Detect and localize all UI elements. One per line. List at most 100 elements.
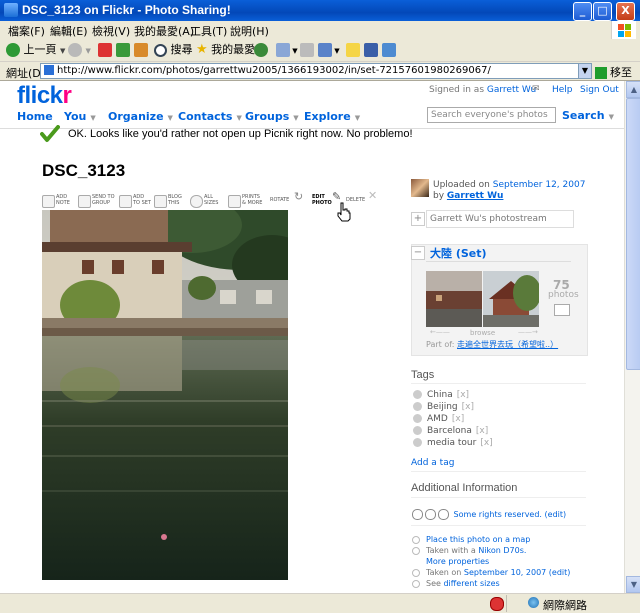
different-sizes-link[interactable]: different sizes xyxy=(443,579,499,588)
print-button[interactable] xyxy=(300,42,314,58)
messenger-button[interactable] xyxy=(382,42,396,58)
address-url: http://www.flickr.com/photos/garrettwu20… xyxy=(57,65,491,76)
address-dropdown-icon[interactable]: ▼ xyxy=(578,64,591,78)
part-of: Part of: 走遍全世界去玩（希望啦..） xyxy=(426,340,559,349)
collection-link[interactable]: 走遍全世界去玩（希望啦..） xyxy=(457,340,558,349)
next-arrow-icon[interactable]: ——→ xyxy=(518,328,538,336)
vertical-scrollbar[interactable]: ▲ ▼ xyxy=(624,81,640,593)
search-toolbar-button[interactable]: 搜尋 xyxy=(154,42,193,58)
popup-blocked-icon[interactable] xyxy=(490,597,504,611)
tag-link[interactable]: media tour xyxy=(427,438,476,448)
place-on-map-link[interactable]: Place this photo on a map xyxy=(426,535,530,544)
nav-organize[interactable]: Organize ▼ xyxy=(108,110,173,123)
slideshow-icon[interactable] xyxy=(554,304,570,316)
tag-remove[interactable]: [x] xyxy=(462,402,474,412)
scroll-thumb[interactable] xyxy=(626,98,640,370)
back-button[interactable]: 上一頁 ▼ xyxy=(6,42,65,58)
stop-icon xyxy=(98,43,112,57)
taken-on-link[interactable]: September 10, 2007 xyxy=(464,568,546,577)
main-photo[interactable] xyxy=(42,210,288,580)
scroll-down-icon[interactable]: ▼ xyxy=(626,576,640,593)
tag-link[interactable]: AMD xyxy=(427,414,448,424)
favorites-button[interactable]: ★ 我的最愛 xyxy=(196,42,255,58)
history-button[interactable] xyxy=(254,42,268,58)
address-input[interactable]: http://www.flickr.com/photos/garrettwu20… xyxy=(40,63,592,79)
cc-sa-icon xyxy=(438,509,449,520)
camera-link[interactable]: Nikon D70s. xyxy=(478,546,526,555)
home-button[interactable] xyxy=(134,42,148,58)
owner-link[interactable]: Garrett Wu xyxy=(447,191,504,201)
tag-remove[interactable]: [x] xyxy=(457,390,469,400)
refresh-button[interactable] xyxy=(116,42,130,58)
prev-arrow-icon[interactable]: ←—— xyxy=(430,328,450,336)
back-arrow-icon xyxy=(6,43,20,57)
menu-tools[interactable]: 工具(T) xyxy=(190,23,227,39)
back-label: 上一頁 xyxy=(23,43,57,56)
nav-explore-label: Explore xyxy=(304,110,351,123)
add-tag-link[interactable]: Add a tag xyxy=(411,458,454,468)
menu-file[interactable]: 檔案(F) xyxy=(8,23,45,39)
tag-remove[interactable]: [x] xyxy=(480,438,492,448)
additional-info-heading: Additional Information xyxy=(411,482,518,494)
info-divider xyxy=(411,497,586,498)
scroll-up-icon[interactable]: ▲ xyxy=(626,81,640,98)
set-thumbnail-prev[interactable] xyxy=(426,271,482,327)
tag-remove[interactable]: [x] xyxy=(452,414,464,424)
set-collapse-icon[interactable]: − xyxy=(411,246,425,260)
photostream-link[interactable]: Garrett Wu's photostream xyxy=(426,210,574,228)
zone-label: 網際網路 xyxy=(543,599,587,612)
minimize-button[interactable]: _ xyxy=(573,2,592,21)
nav-you[interactable]: You ▼ xyxy=(64,110,96,123)
forward-button[interactable]: ▼ xyxy=(68,42,91,58)
photostream-expand-icon[interactable]: + xyxy=(411,212,425,226)
tag-item: Barcelona [x] xyxy=(413,426,488,436)
info-taken-on: Taken on September 10, 2007 (edit) xyxy=(412,568,570,577)
tag-link[interactable]: Barcelona xyxy=(427,426,472,436)
set-title-link[interactable]: 大陸 (Set) xyxy=(430,245,487,261)
sign-out-link[interactable]: Sign Out xyxy=(580,85,619,95)
flickr-logo[interactable]: flickr xyxy=(17,82,72,110)
search-button[interactable]: Search ▼ xyxy=(562,109,614,122)
menu-help[interactable]: 說明(H) xyxy=(230,23,269,39)
nav-home[interactable]: Home xyxy=(17,110,53,123)
search-input[interactable]: Search everyone's photos xyxy=(427,107,556,123)
go-label: 移至 xyxy=(610,66,632,79)
menu-view[interactable]: 檢視(V) xyxy=(92,23,130,39)
chevron-down-icon: ▼ xyxy=(90,114,96,122)
tag-link[interactable]: Beijing xyxy=(427,402,458,412)
research-button[interactable] xyxy=(364,42,378,58)
signed-in-user-link[interactable]: Garrett Wu xyxy=(487,85,536,95)
mail-icon xyxy=(276,43,290,57)
discuss-button[interactable] xyxy=(346,42,360,58)
info-divider-top xyxy=(411,471,586,472)
license-edit-link[interactable]: (edit) xyxy=(545,510,567,519)
edit-page-button[interactable]: ▼ xyxy=(318,42,340,58)
address-bar: 網址(D) http://www.flickr.com/photos/garre… xyxy=(0,62,640,81)
chevron-down-icon: ▼ xyxy=(354,114,361,122)
window-title: DSC_3123 on Flickr - Photo Sharing! xyxy=(22,3,231,17)
photo-toolbar: ADD NOTE SEND TO GROUP ADD TO SET BLOG THIS … xyxy=(42,190,382,211)
rights-link[interactable]: Some rights reserved. xyxy=(454,510,542,519)
nav-groups[interactable]: Groups ▼ xyxy=(245,110,299,123)
go-button[interactable]: 移至 xyxy=(595,64,632,80)
tag-link[interactable]: China xyxy=(427,390,453,400)
nav-contacts[interactable]: Contacts ▼ xyxy=(178,110,242,123)
refresh-icon xyxy=(116,43,130,57)
tag-remove[interactable]: [x] xyxy=(476,426,488,436)
menu-favorites[interactable]: 我的最愛(A) xyxy=(134,23,194,39)
forward-arrow-icon xyxy=(68,43,82,57)
stop-button[interactable] xyxy=(98,42,112,58)
uploaded-date-link[interactable]: September 12, 2007 xyxy=(493,180,586,190)
maximize-button[interactable]: □ xyxy=(593,2,612,21)
more-properties-link[interactable]: More properties xyxy=(426,557,489,566)
mail-button[interactable]: ▼ xyxy=(276,42,298,58)
help-link[interactable]: Help xyxy=(552,85,573,95)
date-edit-link[interactable]: (edit) xyxy=(549,568,571,577)
menu-edit[interactable]: 編輯(E) xyxy=(50,23,88,39)
nav-explore[interactable]: Explore ▼ xyxy=(304,110,360,123)
close-button[interactable]: X xyxy=(616,2,635,21)
mail-icon[interactable]: ✉ xyxy=(532,84,540,94)
avatar[interactable] xyxy=(411,179,429,197)
set-thumbnail-next[interactable] xyxy=(483,271,539,327)
browse-label: browse xyxy=(470,329,496,337)
